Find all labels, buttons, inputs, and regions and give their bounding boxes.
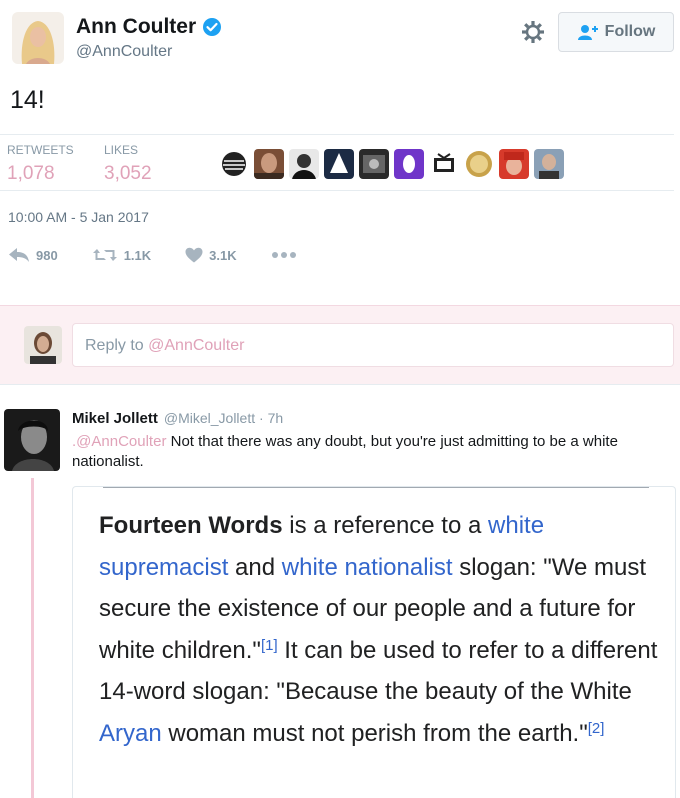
like-action[interactable]: 3.1K	[185, 247, 237, 263]
liker-avatar[interactable]	[394, 149, 424, 179]
reply-count: 980	[36, 247, 58, 263]
liker-avatar[interactable]	[429, 149, 459, 179]
wiki-ref-2: [2]	[587, 720, 605, 738]
wiki-link-white-nationalist: white nationalist	[281, 553, 453, 581]
display-name[interactable]: Ann Coulter	[76, 15, 222, 39]
liker-avatar[interactable]	[219, 149, 249, 179]
retweets-count: 1,078	[7, 163, 55, 184]
wiki-text-1: is a reference to a	[282, 512, 489, 539]
heart-icon	[185, 247, 203, 263]
reply-area: Reply to @AnnCoulter	[0, 305, 680, 385]
liker-avatar[interactable]	[254, 149, 284, 179]
wiki-excerpt: Fourteen Words is a reference to a white…	[99, 505, 659, 755]
retweets-stat[interactable]: RETWEETS 1,078	[7, 143, 74, 185]
divider	[0, 190, 674, 191]
attached-image[interactable]: Fourteen Words is a reference to a white…	[72, 486, 676, 798]
liker-avatar[interactable]	[464, 149, 494, 179]
likers-avatars	[219, 149, 564, 179]
profile-avatar[interactable]	[12, 12, 64, 64]
wiki-text-5: woman must not perish from the earth."	[161, 719, 588, 747]
divider	[103, 487, 649, 488]
tweet-timestamp[interactable]: 10:00 AM - 5 Jan 2017	[8, 209, 149, 225]
reply-action[interactable]: 980	[8, 247, 58, 263]
liker-avatar[interactable]	[359, 149, 389, 179]
follow-button[interactable]: Follow	[558, 12, 674, 52]
reply-icon	[9, 248, 29, 262]
wiki-ref-1: [1]	[260, 637, 278, 655]
reply-tweet-header: Mikel Jollett @Mikel_Jollett · 7h	[72, 410, 283, 427]
wiki-term: Fourteen Words	[99, 512, 283, 539]
tweet-actions: 980 1.1K 3.1K	[8, 247, 331, 263]
likes-label: LIKES	[104, 143, 139, 157]
liker-avatar[interactable]	[289, 149, 319, 179]
follow-label: Follow	[604, 23, 656, 40]
reply-prefix: Reply to	[85, 337, 149, 354]
display-name-text[interactable]: Ann Coulter	[76, 15, 196, 39]
wiki-text-2: and	[228, 553, 282, 581]
profile-handle[interactable]: @AnnCoulter	[76, 43, 172, 61]
likes-stat[interactable]: LIKES 3,052	[104, 143, 152, 185]
retweet-icon	[92, 249, 117, 261]
like-count: 3.1K	[209, 247, 237, 263]
wiki-link-aryan: Aryan	[99, 719, 162, 747]
divider	[0, 134, 674, 135]
current-user-avatar	[24, 326, 62, 364]
retweets-label: RETWEETS	[7, 143, 74, 157]
reply-author-handle[interactable]: @Mikel_Jollett	[164, 410, 255, 426]
reply-mention: @AnnCoulter	[148, 337, 245, 354]
reply-tweet-text: .@AnnCoulter Not that there was any doub…	[72, 432, 672, 472]
reply-author-name[interactable]: Mikel Jollett	[72, 410, 158, 427]
liker-avatar[interactable]	[499, 149, 529, 179]
thread-line	[31, 478, 34, 798]
add-user-icon	[577, 25, 598, 40]
liker-avatar[interactable]	[324, 149, 354, 179]
more-dots-icon	[271, 252, 296, 258]
reply-input[interactable]: Reply to @AnnCoulter	[72, 323, 674, 367]
retweet-action[interactable]: 1.1K	[92, 247, 151, 263]
retweet-count: 1.1K	[123, 247, 152, 263]
tweet-text: 14!	[10, 86, 45, 114]
reply-tweet-mention[interactable]: .@AnnCoulter	[72, 433, 166, 450]
verified-badge-icon	[203, 18, 222, 36]
more-action[interactable]	[271, 251, 297, 259]
liker-avatar[interactable]	[534, 149, 564, 179]
reply-author-meta: @Mikel_Jollett · 7h	[163, 410, 284, 426]
reply-author-avatar[interactable]	[4, 409, 60, 471]
gear-icon[interactable]	[519, 18, 547, 46]
reply-time[interactable]: 7h	[268, 410, 284, 426]
likes-count: 3,052	[104, 163, 152, 184]
